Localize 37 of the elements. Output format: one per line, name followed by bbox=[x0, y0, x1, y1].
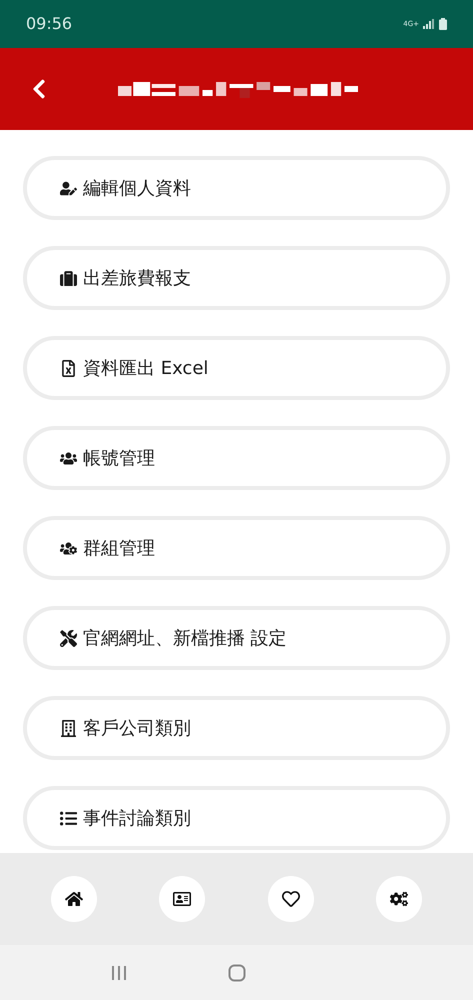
battery-icon bbox=[439, 18, 447, 30]
building-icon bbox=[60, 720, 77, 736]
menu-item[interactable]: 群組管理 bbox=[23, 516, 450, 580]
nav-button[interactable] bbox=[376, 876, 422, 922]
menu-item[interactable]: 事件討論類別 bbox=[23, 786, 450, 850]
home-nav-icon[interactable] bbox=[228, 964, 246, 982]
menu-item[interactable]: 帳號管理 bbox=[23, 426, 450, 490]
menu-item[interactable]: 出差旅費報支 bbox=[23, 246, 450, 310]
menu-label: 編輯個人資料 bbox=[83, 176, 191, 200]
signal-icon bbox=[423, 19, 435, 29]
list-icon bbox=[60, 810, 77, 826]
menu-label: 群組管理 bbox=[83, 536, 155, 560]
nav-button[interactable] bbox=[159, 876, 206, 922]
menu-label: 資料匯出 Excel bbox=[83, 356, 208, 380]
tools-icon bbox=[60, 630, 77, 646]
menu-item[interactable]: 客戶公司類別 bbox=[23, 696, 450, 760]
recent-apps-icon[interactable] bbox=[110, 964, 126, 980]
excel-file-icon bbox=[60, 360, 77, 376]
user-edit-icon bbox=[60, 180, 77, 196]
menu-label: 事件討論類別 bbox=[83, 806, 191, 830]
menu-label: 出差旅費報支 bbox=[83, 266, 191, 290]
status-time: 09:56 bbox=[26, 13, 72, 35]
gears-icon bbox=[390, 890, 408, 908]
menu-item[interactable]: 資料匯出 Excel bbox=[23, 336, 450, 400]
nav-button[interactable] bbox=[51, 876, 98, 922]
menu-item[interactable]: 官網網址、新檔推播 設定 bbox=[23, 606, 450, 670]
users-icon bbox=[60, 450, 77, 466]
menu-label: 帳號管理 bbox=[83, 446, 155, 470]
users-gear-icon bbox=[60, 540, 77, 556]
home-icon bbox=[65, 890, 84, 908]
menu-label: 客戶公司類別 bbox=[83, 716, 191, 740]
heart-icon bbox=[282, 890, 300, 908]
suitcase-icon bbox=[60, 270, 77, 286]
nav-button[interactable] bbox=[268, 876, 314, 922]
menu-label: 官網網址、新檔推播 設定 bbox=[83, 626, 287, 650]
menu-item[interactable]: 編輯個人資料 bbox=[23, 156, 450, 220]
address-card-icon bbox=[173, 890, 192, 908]
